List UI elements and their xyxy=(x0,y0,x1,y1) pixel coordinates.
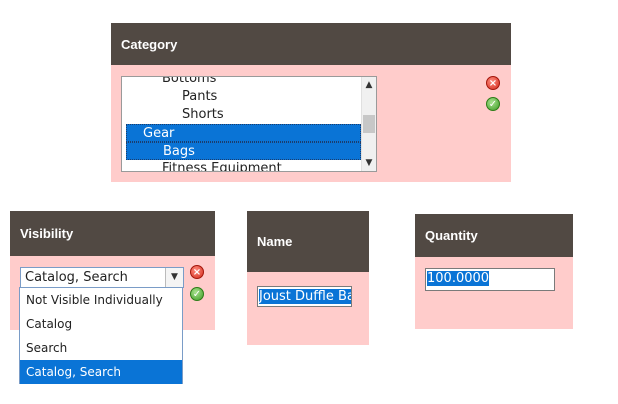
visibility-option[interactable]: Catalog, Search xyxy=(20,360,182,384)
scroll-down-icon[interactable]: ▼ xyxy=(362,156,376,170)
apply-icon[interactable]: ✓ xyxy=(486,97,500,111)
visibility-dropdown: Not Visible Individually Catalog Search Cat… xyxy=(19,287,183,384)
category-panel: Category Bottoms Pants Shorts Gear Bags Fitne… xyxy=(111,23,511,182)
category-scrollbar[interactable]: ▲ ▼ xyxy=(361,77,376,171)
category-option[interactable]: Bottoms xyxy=(122,77,363,88)
visibility-select[interactable]: Catalog, Search ▼ xyxy=(20,267,184,288)
cancel-icon[interactable]: × xyxy=(486,76,500,90)
scroll-up-icon[interactable]: ▲ xyxy=(362,78,376,92)
category-option[interactable]: Shorts xyxy=(122,106,363,124)
category-option[interactable]: Bags xyxy=(126,142,361,160)
quantity-input[interactable]: 100.0000 xyxy=(425,268,555,291)
visibility-option[interactable]: Catalog xyxy=(20,312,182,336)
visibility-option[interactable]: Not Visible Individually xyxy=(20,288,182,312)
scrollbar-thumb[interactable] xyxy=(363,115,375,133)
name-header: Name xyxy=(247,211,369,272)
chevron-down-icon[interactable]: ▼ xyxy=(165,268,183,287)
visibility-selected-value: Catalog, Search xyxy=(25,270,128,285)
category-option[interactable]: Fitness Equipment xyxy=(122,160,363,171)
cancel-icon[interactable]: × xyxy=(190,265,204,279)
category-option[interactable]: Pants xyxy=(122,88,363,106)
name-value: Joust Duffle Ba xyxy=(259,289,351,304)
category-header: Category xyxy=(111,23,511,65)
visibility-option[interactable]: Search xyxy=(20,336,182,360)
name-input[interactable]: Joust Duffle Ba xyxy=(257,286,352,307)
category-listbox[interactable]: Bottoms Pants Shorts Gear Bags Fitness Equipm… xyxy=(121,76,377,172)
visibility-header: Visibility xyxy=(10,211,215,256)
name-panel: Name Joust Duffle Ba xyxy=(247,211,369,345)
quantity-value: 100.0000 xyxy=(427,271,490,286)
quantity-panel: Quantity 100.0000 xyxy=(415,214,573,329)
apply-icon[interactable]: ✓ xyxy=(190,287,204,301)
category-list: Bottoms Pants Shorts Gear Bags Fitness Equipm… xyxy=(122,77,363,171)
category-option[interactable]: Gear xyxy=(126,124,361,142)
quantity-header: Quantity xyxy=(415,214,573,257)
